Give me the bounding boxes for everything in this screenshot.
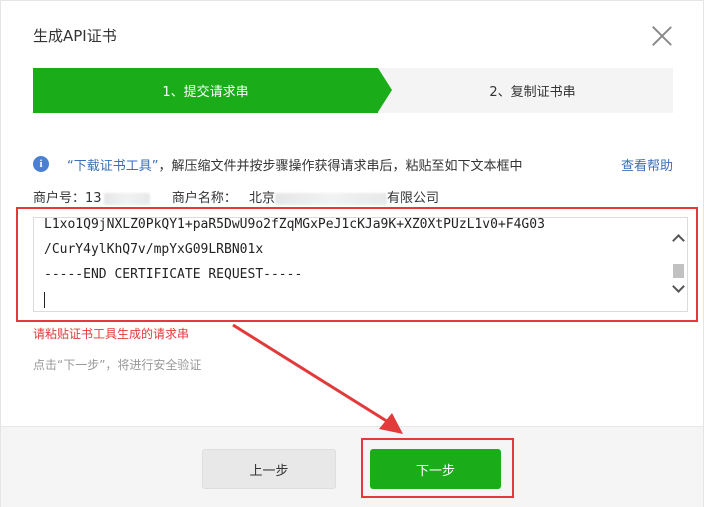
info-text: ，解压缩文件并按步骤操作获得请求串后，粘贴至如下文本框中 bbox=[158, 158, 523, 174]
next-button-highlight-annotation bbox=[361, 438, 514, 498]
arrow-shaft bbox=[232, 323, 394, 427]
step-arrow-shape bbox=[378, 68, 392, 112]
dialog-footer bbox=[1, 426, 703, 507]
redacted-merchant-name bbox=[275, 192, 388, 205]
dialog-title: 生成API证书 bbox=[33, 27, 117, 45]
download-tool-link[interactable]: “下载证书工具” bbox=[67, 155, 158, 174]
step-progress: 1、提交请求串 2、复制证书串 bbox=[33, 68, 673, 113]
redacted-merchant-id bbox=[103, 192, 150, 205]
info-row: i “下载证书工具” ，解压缩文件并按步骤操作获得请求串后，粘贴至如下文本框中 … bbox=[33, 154, 673, 174]
view-help-link[interactable]: 查看帮助 bbox=[621, 155, 673, 174]
prev-step-button[interactable]: 上一步 bbox=[202, 449, 336, 489]
merchant-name-prefix: 北京 bbox=[249, 191, 276, 206]
step-copy-cert: 2、复制证书串 bbox=[489, 85, 576, 100]
generate-api-cert-dialog: 生成API证书 1、提交请求串 2、复制证书串 i “下载证书工具” ，解压缩文… bbox=[0, 0, 704, 507]
merchant-id-label: 商户号： bbox=[33, 191, 86, 206]
merchant-info: 商户号：13 商户名称： 北京 有限公司 bbox=[33, 187, 439, 206]
merchant-id-value: 13 bbox=[85, 191, 102, 206]
info-icon: i bbox=[33, 156, 49, 172]
close-icon[interactable] bbox=[651, 25, 673, 47]
step-submit-request: 1、提交请求串 bbox=[33, 68, 378, 113]
textarea-highlight-annotation bbox=[16, 207, 698, 322]
merchant-name-label: 商户名称： bbox=[171, 191, 237, 206]
merchant-name-suffix: 有限公司 bbox=[387, 191, 440, 206]
error-message: 请粘贴证书工具生成的请求串 bbox=[33, 327, 190, 341]
hint-message: 点击“下一步”，将进行安全验证 bbox=[33, 358, 202, 372]
